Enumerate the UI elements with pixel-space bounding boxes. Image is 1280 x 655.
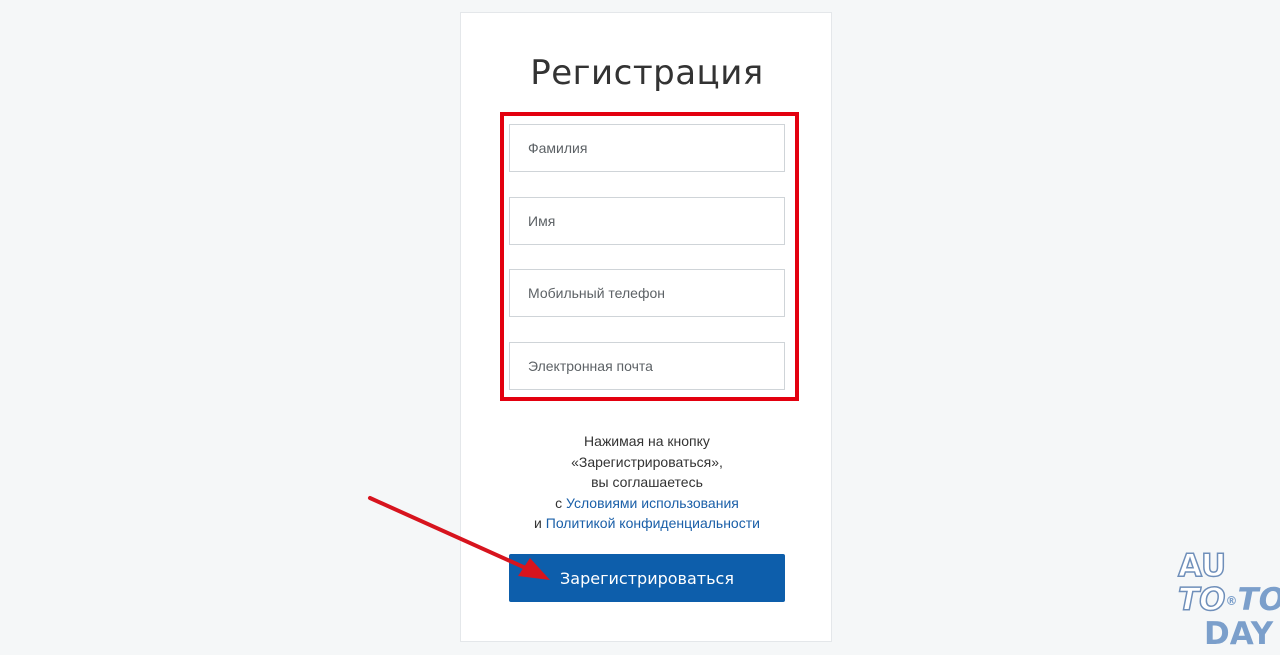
watermark-to-outline: TO	[1177, 582, 1226, 618]
agreement-line-2: «Зарегистрироваться»,	[571, 453, 723, 470]
email-field[interactable]	[509, 342, 785, 390]
agreement-line-1: Нажимая на кнопку	[584, 433, 710, 449]
privacy-link[interactable]: Политикой конфиденциальности	[546, 515, 760, 531]
watermark-to-filled: TO	[1237, 582, 1280, 618]
first-name-field[interactable]	[509, 197, 785, 245]
arrow-shaft	[368, 496, 532, 572]
terms-link[interactable]: Условиями использования	[566, 495, 739, 511]
watermark-line-1: AU	[1177, 548, 1227, 584]
red-arrow-annotation	[368, 496, 550, 580]
page: Регистрация Нажимая на кнопку «Зарегистр…	[0, 0, 1280, 655]
autotoday-watermark-logo: AU TO®TO DAY	[1170, 548, 1280, 655]
watermark-registered-mark: ®	[1225, 594, 1238, 608]
last-name-field[interactable]	[509, 124, 785, 172]
watermark-line-3: DAY	[1204, 616, 1274, 652]
watermark-line-2: TO®TO	[1177, 582, 1280, 618]
mobile-phone-field[interactable]	[509, 269, 785, 317]
arrow-head	[518, 558, 550, 580]
page-title: Регистрация	[530, 53, 764, 93]
